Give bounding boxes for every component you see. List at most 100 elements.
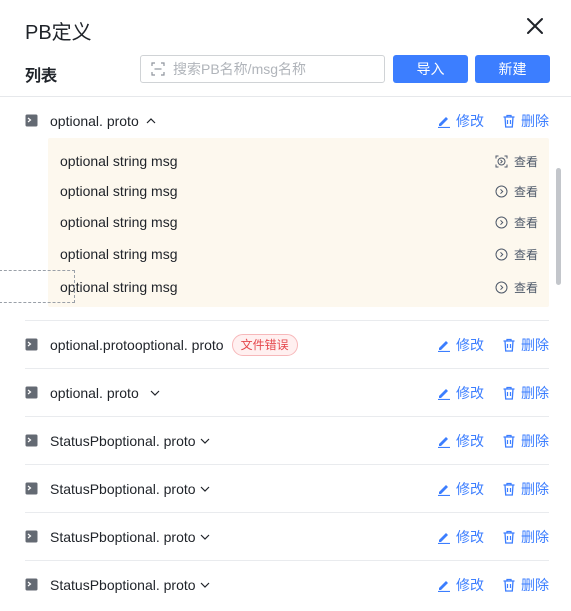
- view-button[interactable]: 查看: [495, 246, 538, 263]
- chevron-down-icon[interactable]: [199, 435, 211, 447]
- trash-icon: [503, 578, 515, 592]
- scan-search-icon: [151, 62, 165, 76]
- list-item-name: StatusPboptional. proto: [50, 528, 196, 545]
- list-item[interactable]: optional. proto 修改 删除: [25, 369, 549, 416]
- list-item-expanded[interactable]: optional. proto 修改 删除: [25, 97, 549, 144]
- message-name: optional string msg: [60, 246, 178, 262]
- delete-button[interactable]: 删除: [502, 431, 549, 451]
- file-icon: [25, 530, 38, 543]
- view-icon: [495, 155, 508, 167]
- delete-label: 删除: [521, 480, 549, 497]
- scrollbar-thumb[interactable]: [556, 168, 561, 285]
- file-icon: [25, 114, 38, 127]
- pb-list: optional. proto 修改 删除 optional string ms…: [0, 97, 571, 611]
- edit-button[interactable]: 修改: [437, 335, 484, 355]
- close-button[interactable]: [524, 15, 546, 37]
- row-actions: 修改 删除: [437, 561, 549, 608]
- new-button[interactable]: 新建: [475, 55, 550, 83]
- list-item-name: optional. proto: [50, 384, 139, 401]
- file-icon: [25, 578, 38, 591]
- list-item-name: StatusPboptional. proto: [50, 576, 196, 593]
- chevron-down-icon[interactable]: [149, 387, 161, 399]
- list-item-name: optional. proto: [50, 112, 139, 129]
- close-icon: [527, 18, 543, 34]
- view-label: 查看: [513, 154, 538, 169]
- error-badge: 文件错误: [231, 333, 298, 356]
- view-button[interactable]: 查看: [495, 153, 538, 170]
- delete-button[interactable]: 删除: [502, 335, 549, 355]
- file-icon: [25, 482, 38, 495]
- chevron-down-icon[interactable]: [199, 579, 211, 591]
- view-label: 查看: [513, 215, 538, 230]
- delete-label: 删除: [521, 336, 549, 353]
- search-field[interactable]: [140, 55, 385, 83]
- trash-icon: [503, 386, 515, 400]
- edit-button[interactable]: 修改: [437, 383, 484, 403]
- list-item[interactable]: StatusPboptional. proto 修改 删除: [25, 513, 549, 560]
- row-actions: 修改 删除: [437, 417, 549, 464]
- edit-label: 修改: [456, 528, 484, 545]
- delete-button[interactable]: 删除: [502, 479, 549, 499]
- list-item[interactable]: StatusPboptional. proto 修改 删除: [25, 465, 549, 512]
- file-icon: [25, 434, 38, 447]
- message-panel: optional string msg 查看 optional string m…: [48, 138, 549, 307]
- list-item[interactable]: optional.protooptional. proto 文件错误 修改 删除: [25, 321, 549, 368]
- chevron-down-icon[interactable]: [199, 483, 211, 495]
- edit-button[interactable]: 修改: [437, 479, 484, 499]
- edit-button[interactable]: 修改: [437, 111, 484, 131]
- edit-label: 修改: [456, 480, 484, 497]
- delete-button[interactable]: 删除: [502, 575, 549, 595]
- view-button[interactable]: 查看: [495, 183, 538, 200]
- row-actions: 修改 删除: [437, 513, 549, 560]
- delete-button[interactable]: 删除: [502, 383, 549, 403]
- message-item: optional string msg 查看: [60, 271, 538, 303]
- pencil-icon: [438, 532, 450, 544]
- edit-button[interactable]: 修改: [437, 431, 484, 451]
- delete-label: 删除: [521, 432, 549, 449]
- trash-icon: [503, 434, 515, 448]
- list-item[interactable]: StatusPboptional. proto 修改 删除: [25, 417, 549, 464]
- pencil-icon: [438, 580, 450, 592]
- message-item: optional string msg 查看: [60, 175, 538, 207]
- list-item[interactable]: StatusPboptional. proto 修改 删除: [25, 561, 549, 608]
- delete-button[interactable]: 删除: [502, 527, 549, 547]
- list-item-name: StatusPboptional. proto: [50, 432, 196, 449]
- dialog-header: PB定义 列表 导入 新建: [0, 0, 571, 98]
- message-name: optional string msg: [60, 153, 178, 169]
- delete-label: 删除: [521, 528, 549, 545]
- message-item: optional string msg 查看: [60, 206, 538, 238]
- edit-label: 修改: [456, 112, 484, 129]
- import-button[interactable]: 导入: [393, 55, 468, 83]
- edit-label: 修改: [456, 576, 484, 593]
- edit-label: 修改: [456, 384, 484, 401]
- view-icon: [495, 248, 508, 260]
- pencil-icon: [438, 116, 450, 128]
- list-item-name: optional.protooptional. proto: [50, 336, 224, 353]
- message-item: optional string msg 查看: [60, 145, 538, 177]
- dialog-title: PB定义: [25, 22, 92, 44]
- delete-label: 删除: [521, 576, 549, 593]
- pencil-icon: [438, 484, 450, 496]
- chevron-up-icon[interactable]: [145, 115, 157, 127]
- message-name: optional string msg: [60, 279, 178, 295]
- pencil-icon: [438, 388, 450, 400]
- chevron-down-icon[interactable]: [199, 531, 211, 543]
- trash-icon: [503, 482, 515, 496]
- edit-button[interactable]: 修改: [437, 527, 484, 547]
- delete-button[interactable]: 删除: [502, 111, 549, 131]
- list-item-name: StatusPboptional. proto: [50, 480, 196, 497]
- row-actions: 修改 删除: [437, 369, 549, 416]
- view-button[interactable]: 查看: [495, 214, 538, 231]
- trash-icon: [503, 530, 515, 544]
- trash-icon: [503, 338, 515, 352]
- row-actions: 修改 删除: [437, 97, 549, 144]
- search-input[interactable]: [173, 61, 373, 77]
- message-name: optional string msg: [60, 214, 178, 230]
- trash-icon: [503, 114, 515, 128]
- edit-label: 修改: [456, 432, 484, 449]
- pencil-icon: [438, 340, 450, 352]
- edit-button[interactable]: 修改: [437, 575, 484, 595]
- delete-label: 删除: [521, 112, 549, 129]
- message-item: optional string msg 查看: [60, 238, 538, 270]
- view-button[interactable]: 查看: [495, 279, 538, 296]
